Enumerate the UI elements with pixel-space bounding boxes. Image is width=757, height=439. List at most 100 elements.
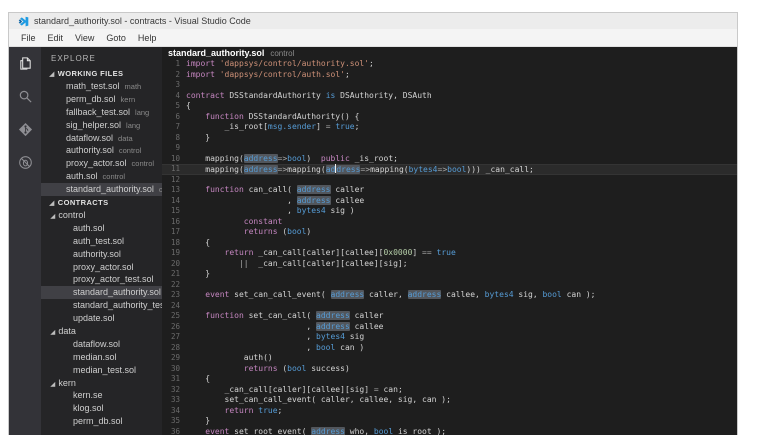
code-text: mapping(address=>bool) public _is_root;	[186, 153, 398, 165]
code-line[interactable]: 35 }	[162, 416, 737, 427]
code-line[interactable]: 33 set_can_call_event( caller, callee, s…	[162, 395, 737, 406]
code-token: 0x0000	[383, 248, 413, 257]
code-line[interactable]: 3	[162, 80, 737, 91]
git-icon[interactable]	[9, 122, 41, 155]
debug-icon[interactable]	[9, 155, 41, 188]
code-token: constant	[243, 216, 283, 226]
tree-folder[interactable]: ◢ data	[41, 325, 162, 338]
working-file-item[interactable]: fallback_test.sol lang	[41, 106, 162, 119]
code-line[interactable]: 20 || _can_call[caller][callee][sig];	[162, 259, 737, 270]
file-name: auth.sol	[66, 171, 98, 182]
chevron-down-icon: ◢	[50, 213, 56, 220]
working-file-item[interactable]: auth.sol control	[41, 170, 162, 183]
tree-file[interactable]: auth.sol	[41, 222, 162, 235]
code-line[interactable]: 36 event set_root_event( address who, bo…	[162, 426, 737, 436]
menu-item-help[interactable]: Help	[132, 31, 163, 45]
code-token: can;	[378, 384, 403, 394]
working-file-item[interactable]: standard_authority.solcontrol	[41, 183, 162, 197]
code-token: event	[205, 426, 230, 436]
code-token: return	[224, 405, 254, 415]
tree-file[interactable]: dataflow.sol	[41, 338, 162, 351]
code-line[interactable]: 19 return _can_call[caller][callee][0x00…	[162, 248, 737, 259]
code-text: , address callee	[186, 321, 383, 333]
menu-item-file[interactable]: File	[15, 31, 42, 45]
code-line[interactable]: 25 function set_can_call( address caller	[162, 311, 737, 322]
code-line[interactable]: 32 _can_call[caller][callee][sig] = can;	[162, 385, 737, 396]
menu-item-view[interactable]: View	[69, 31, 100, 45]
code-line[interactable]: 2 import 'dappsys/control/auth.sol';	[162, 70, 737, 81]
code-line[interactable]: 6 function DSStandardAuthority() {	[162, 112, 737, 123]
code-line[interactable]: 4 contract DSStandardAuthority is DSAutho…	[162, 91, 737, 102]
tree-file[interactable]: standard_authority_test.sol	[41, 299, 162, 312]
code-area[interactable]: 1 import 'dappsys/control/authority.sol';…	[162, 59, 737, 435]
working-file-item[interactable]: math_test.sol math	[41, 80, 162, 93]
code-token: ;	[369, 59, 374, 68]
code-line[interactable]: 14 , address callee	[162, 195, 737, 207]
code-line[interactable]: 12	[162, 175, 737, 186]
line-number: 18	[170, 237, 180, 247]
tree-file[interactable]: standard_authority.sol	[41, 286, 162, 300]
code-text: set_can_call_event( caller, callee, sig,…	[186, 395, 451, 406]
code-line[interactable]: 17 returns (bool)	[162, 227, 737, 238]
code-line[interactable]: 11 mapping(address=>mapping(address=>map…	[162, 164, 737, 175]
code-line[interactable]: 30 returns (bool success)	[162, 364, 737, 375]
file-name: fallback_test.sol	[66, 106, 131, 117]
working-file-item[interactable]: proxy_actor.sol control	[41, 157, 162, 170]
tree-file[interactable]: update.sol	[41, 312, 162, 325]
code-line[interactable]: 16 constant	[162, 217, 737, 228]
code-token: callee,	[441, 290, 485, 299]
code-line[interactable]: 7 _is_root[msg.sender] = true;	[162, 122, 737, 133]
search-icon[interactable]	[9, 89, 41, 122]
code-line[interactable]: 10 mapping(address=>bool) public _is_roo…	[162, 153, 737, 165]
tree-file[interactable]: median_test.sol	[41, 364, 162, 377]
working-file-item[interactable]: dataflow.sol data	[41, 132, 162, 145]
tree-file[interactable]: proxy_actor.sol	[41, 261, 162, 274]
tree-file[interactable]: median.sol	[41, 351, 162, 364]
code-text: return true;	[186, 405, 283, 417]
chevron-down-icon: ◢	[49, 200, 55, 207]
code-line[interactable]: 28 , bool can )	[162, 343, 737, 354]
code-line[interactable]: 31 {	[162, 374, 737, 385]
code-line[interactable]: 27 , bytes4 sig	[162, 332, 737, 343]
file-tag: lang	[126, 120, 141, 130]
code-token: ]	[412, 248, 423, 257]
contracts-header[interactable]: ◢ CONTRACTS	[41, 196, 162, 209]
code-text: || _can_call[caller][callee][sig];	[186, 259, 408, 270]
code-line[interactable]: 1 import 'dappsys/control/authority.sol';	[162, 59, 737, 70]
code-line[interactable]: 24	[162, 301, 737, 312]
tree-file[interactable]: kern.se	[41, 389, 162, 402]
file-name: kern.se	[73, 390, 103, 401]
code-line[interactable]: 22	[162, 280, 737, 291]
code-line[interactable]: 29 auth()	[162, 353, 737, 364]
code-line[interactable]: 15 , bytes4 sig )	[162, 206, 737, 217]
line-number: 28	[170, 342, 180, 352]
code-line[interactable]: 23 event set_can_call_event( address cal…	[162, 290, 737, 301]
working-files-list: math_test.sol math perm_db.sol kern fallback…	[41, 80, 162, 197]
tree-file[interactable]: perm_db.sol	[41, 415, 162, 428]
working-files-header[interactable]: ◢ WORKING FILES	[41, 67, 162, 80]
code-line[interactable]: 13 function can_call( address caller	[162, 185, 737, 196]
code-token: returns	[243, 227, 278, 236]
working-file-item[interactable]: authority.sol control	[41, 144, 162, 157]
tree-file[interactable]: authority.sol	[41, 248, 162, 261]
code-line[interactable]: 9	[162, 143, 737, 154]
code-token: ,	[186, 195, 297, 205]
explorer-icon[interactable]	[9, 56, 41, 89]
code-line[interactable]: 21 }	[162, 269, 737, 280]
code-line[interactable]: 5{	[162, 101, 737, 112]
tree-file[interactable]: proxy_actor_test.sol	[41, 273, 162, 286]
tree-file[interactable]: auth_test.sol	[41, 235, 162, 248]
tree-file[interactable]: klog.sol	[41, 402, 162, 415]
working-file-item[interactable]: perm_db.sol kern	[41, 93, 162, 106]
code-line[interactable]: 8 }	[162, 133, 737, 144]
menu-item-goto[interactable]: Goto	[100, 31, 132, 45]
menu-item-edit[interactable]: Edit	[42, 31, 70, 45]
line-number: 14	[170, 195, 180, 205]
tree-folder[interactable]: ◢ control	[41, 209, 162, 222]
tree-folder[interactable]: ◢ kern	[41, 377, 162, 390]
working-file-item[interactable]: sig_helper.sol lang	[41, 119, 162, 132]
code-line[interactable]: 26 , address callee	[162, 321, 737, 333]
code-line[interactable]: 18 {	[162, 238, 737, 249]
code-text: }	[186, 269, 210, 280]
code-line[interactable]: 34 return true;	[162, 406, 737, 417]
